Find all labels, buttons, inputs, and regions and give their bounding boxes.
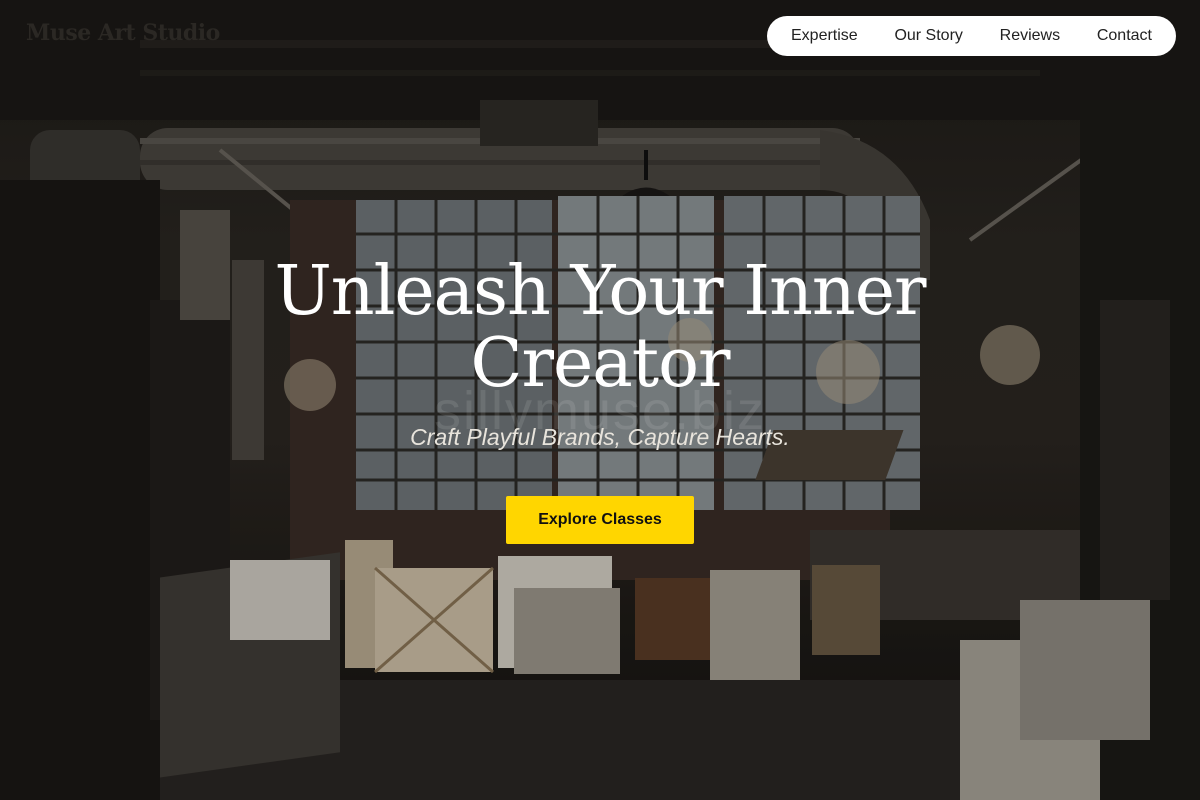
- nav-item-expertise[interactable]: Expertise: [791, 27, 858, 45]
- hero-headline: Unleash Your Inner Creator: [274, 252, 927, 403]
- hero-subheadline: Craft Playful Brands, Capture Hearts.: [410, 424, 790, 450]
- brand-logo[interactable]: Muse Art Studio: [26, 20, 220, 46]
- nav-item-our-story[interactable]: Our Story: [894, 27, 962, 45]
- hero-section: Muse Art Studio Expertise Our Story Revi…: [0, 0, 1200, 800]
- nav-item-contact[interactable]: Contact: [1097, 27, 1152, 45]
- explore-classes-button[interactable]: Explore Classes: [506, 496, 694, 544]
- nav-item-reviews[interactable]: Reviews: [1000, 27, 1060, 45]
- main-nav: Expertise Our Story Reviews Contact: [767, 16, 1176, 56]
